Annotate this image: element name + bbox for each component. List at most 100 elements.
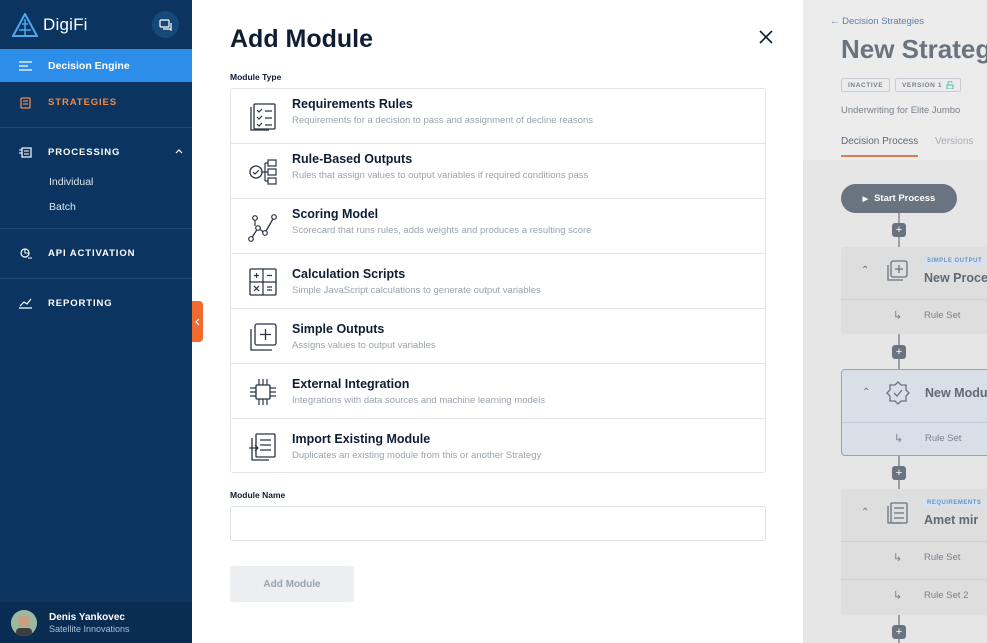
module-card[interactable]: ⌃ SIMPLE OUTPUT New Proce ↳ Rule Set [841, 247, 987, 334]
chart-line-icon [18, 297, 32, 311]
module-type-name: Rule-Based Outputs [292, 152, 413, 166]
chevron-up-icon: ⌃ [861, 507, 870, 518]
module-type-requirements-rules[interactable]: Requirements Rules Requirements for a de… [231, 89, 765, 144]
strategy-title: New Strateg [841, 34, 987, 64]
module-type-name: Calculation Scripts [292, 267, 406, 281]
rule-set-label: Rule Set [924, 552, 961, 563]
stacked-plus-icon [887, 260, 908, 281]
rule-set-row[interactable]: ↳ Rule Set [842, 422, 987, 455]
module-type-tag: REQUIREMENTS [924, 499, 985, 507]
module-title: New Proce [924, 271, 987, 285]
add-module-plus-button[interactable]: + [892, 466, 906, 480]
sidebar: DigiFi Decision Engine STRATEGIES PROCES… [0, 0, 192, 643]
nav-divider [0, 127, 192, 128]
add-module-plus-button[interactable]: + [892, 625, 906, 639]
module-type-external-integration[interactable]: External Integration Integrations with d… [231, 364, 765, 419]
back-to-strategies-link[interactable]: ← Decision Strategies [830, 16, 924, 27]
module-card[interactable]: ⌃ REQUIREMENTS Amet mir ↳ Rule Set ↳ Rul… [841, 489, 987, 615]
subitem-arrow-icon: ↳ [893, 310, 903, 322]
user-name: Denis Yankovec [49, 611, 125, 623]
checklist-icon [250, 103, 276, 131]
subitem-arrow-icon: ↳ [893, 590, 903, 602]
collapse-sidebar-button[interactable] [192, 301, 203, 342]
module-title: Amet mir [924, 513, 979, 527]
module-type-rule-based-outputs[interactable]: Rule-Based Outputs Rules that assign val… [231, 144, 765, 199]
nav-decision-engine[interactable]: Decision Engine [0, 49, 192, 82]
module-type-simple-outputs[interactable]: Simple Outputs Assigns values to output … [231, 309, 765, 364]
nav-processing[interactable]: PROCESSING [0, 136, 192, 169]
nav-decision-engine-label: Decision Engine [48, 59, 130, 72]
nav-strategies[interactable]: STRATEGIES [0, 86, 192, 119]
version-badge[interactable]: VERSION 1 [895, 78, 962, 92]
module-type-name: Import Existing Module [292, 432, 431, 446]
checklist-icon [887, 502, 908, 524]
module-card-selected[interactable]: ⌃ New Modu ↳ Rule Set [841, 369, 987, 456]
chevron-left-icon [195, 318, 200, 325]
module-type-desc: Rules that assign values to output varia… [292, 170, 589, 181]
module-title: New Modu [925, 386, 987, 400]
module-type-label: Module Type [230, 72, 282, 82]
module-type-list: Requirements Rules Requirements for a de… [230, 88, 766, 473]
user-profile[interactable]: Denis Yankovec Satellite Innovations [0, 602, 192, 643]
nav-api-activation[interactable]: API ACTIVATION [0, 237, 192, 270]
rule-set-row[interactable]: ↳ Rule Set 2 [841, 579, 987, 612]
module-type-name: Scoring Model [292, 207, 379, 221]
status-badge: INACTIVE [841, 78, 891, 92]
brand-header: DigiFi [0, 0, 192, 49]
module-type-import-existing[interactable]: Import Existing Module Duplicates an exi… [231, 419, 765, 474]
rule-set-label: Rule Set 2 [924, 590, 969, 601]
rule-set-label: Rule Set [924, 310, 961, 321]
menu-lines-icon [18, 59, 32, 73]
module-type-desc: Assigns values to output variables [292, 340, 436, 351]
module-type-name: External Integration [292, 377, 410, 391]
nav-processing-label: PROCESSING [48, 147, 121, 158]
module-type-desc: Duplicates an existing module from this … [292, 450, 542, 461]
rule-set-row[interactable]: ↳ Rule Set [841, 541, 987, 574]
module-type-tag: SIMPLE OUTPUT [924, 257, 986, 265]
nav-reporting-label: REPORTING [48, 298, 113, 309]
strategy-description: Underwriting for Elite Jumbo [841, 105, 961, 116]
version-badge-label: VERSION 1 [902, 81, 943, 89]
tab-versions[interactable]: Versions [935, 136, 973, 147]
module-type-calculation-scripts[interactable]: Calculation Scripts Simple JavaScript ca… [231, 254, 765, 309]
nav-reporting[interactable]: REPORTING [0, 287, 192, 320]
close-icon[interactable] [758, 29, 774, 45]
add-module-button[interactable]: Add Module [230, 566, 354, 602]
add-module-plus-button[interactable]: + [892, 345, 906, 359]
rule-set-row[interactable]: ↳ Rule Set [841, 299, 987, 332]
digifi-logo-icon [12, 12, 38, 37]
brand-name: DigiFi [43, 14, 88, 34]
badge-check-icon [886, 381, 910, 405]
module-type-desc: Simple JavaScript calculations to genera… [292, 285, 541, 296]
module-name-input[interactable] [230, 506, 766, 541]
scoring-nodes-icon [248, 214, 277, 242]
nav-individual[interactable]: Individual [0, 169, 192, 194]
avatar [11, 609, 37, 636]
nav-divider [0, 278, 192, 279]
nav-api-activation-label: API ACTIVATION [48, 248, 136, 259]
nav-divider [0, 228, 192, 229]
module-name-label: Module Name [230, 490, 286, 500]
chat-icon [159, 18, 172, 31]
module-type-scoring-model[interactable]: Scoring Model Scorecard that runs rules,… [231, 199, 765, 254]
start-process-button[interactable]: ▶ Start Process [841, 184, 957, 213]
user-company: Satellite Innovations [49, 623, 130, 634]
rule-tree-icon [249, 159, 277, 185]
subitem-arrow-icon: ↳ [893, 552, 903, 564]
add-module-plus-button[interactable]: + [892, 223, 906, 237]
nav-strategies-label: STRATEGIES [48, 97, 117, 108]
module-type-desc: Integrations with data sources and machi… [292, 395, 545, 406]
subitem-arrow-icon: ↳ [894, 433, 904, 445]
tab-decision-process[interactable]: Decision Process [841, 136, 919, 157]
rule-set-label: Rule Set [925, 433, 962, 444]
chat-button[interactable] [152, 11, 179, 38]
play-icon: ▶ [862, 195, 869, 203]
unlock-icon [946, 81, 954, 89]
module-type-desc: Scorecard that runs rules, adds weights … [292, 225, 592, 236]
nav-batch[interactable]: Batch [0, 194, 192, 219]
page-title: Add Module [230, 25, 374, 53]
api-icon [18, 247, 32, 261]
strategy-tabs: Decision Process Versions [841, 136, 973, 157]
chevron-up-icon: ⌃ [862, 387, 871, 398]
module-type-name: Simple Outputs [292, 322, 385, 336]
